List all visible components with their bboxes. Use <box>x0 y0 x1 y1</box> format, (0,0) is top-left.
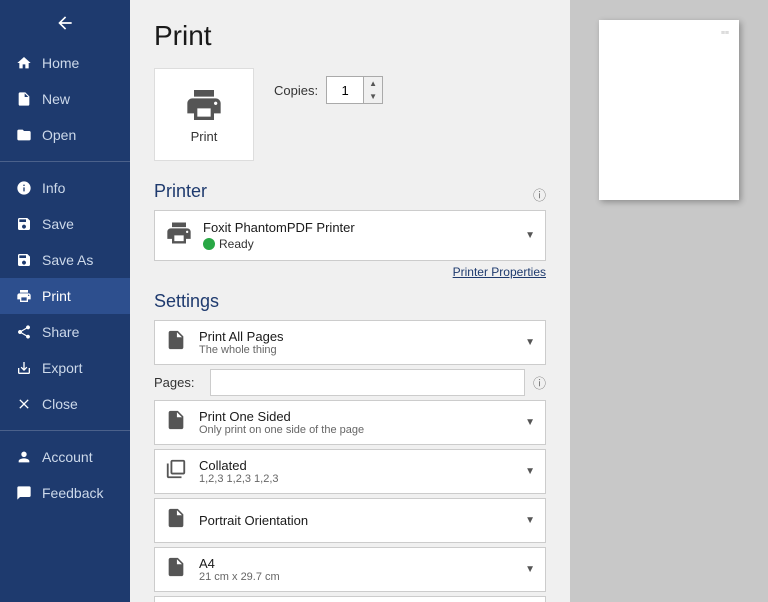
sidebar-item-info[interactable]: Info <box>0 170 130 206</box>
sidebar-item-label: Feedback <box>42 485 103 501</box>
orientation-icon <box>165 507 189 534</box>
sided-icon <box>165 409 189 436</box>
pages-icon <box>165 329 189 356</box>
settings-collate-text: Collated 1,2,3 1,2,3 1,2,3 <box>199 458 515 485</box>
settings-print-sided[interactable]: Print One Sided Only print on one side o… <box>154 400 546 445</box>
copies-spinners: ▲ ▼ <box>363 77 382 103</box>
paper-dropdown-arrow: ▼ <box>525 564 535 575</box>
pages-row: Pages: ⓘ <box>154 369 546 396</box>
printer-info: Foxit PhantomPDF Printer Ready <box>203 220 525 251</box>
paper-size-icon <box>165 556 189 583</box>
pages-label: Pages: <box>154 375 202 390</box>
pages-dropdown-arrow: ▼ <box>525 337 535 348</box>
settings-collate[interactable]: Collated 1,2,3 1,2,3 1,2,3 ▼ <box>154 449 546 494</box>
printer-info-icon: ⓘ <box>533 185 546 204</box>
sidebar-item-save-as[interactable]: Save As <box>0 242 130 278</box>
preview-area: ≡≡ <box>570 0 768 602</box>
sidebar-item-close[interactable]: Close <box>0 386 130 422</box>
sidebar-item-print[interactable]: Print <box>0 278 130 314</box>
printer-status-text: Ready <box>219 237 254 251</box>
settings-sided-main: Print One Sided <box>199 409 515 424</box>
copies-row: Copies: ▲ ▼ <box>274 76 383 104</box>
preview-page-content: ≡≡ <box>721 30 729 37</box>
sidebar-item-open[interactable]: Open <box>0 117 130 153</box>
main-content: Print Print Copies: ▲ ▼ <box>130 0 768 602</box>
copies-decrement[interactable]: ▼ <box>364 90 382 103</box>
top-row: Print Copies: ▲ ▼ <box>154 68 546 177</box>
status-dot <box>203 238 215 250</box>
settings-sided-sub: Only print on one side of the page <box>199 424 515 436</box>
collate-dropdown-arrow: ▼ <box>525 466 535 477</box>
content-area: Print Print Copies: ▲ ▼ <box>130 0 768 602</box>
sidebar-item-save[interactable]: Save <box>0 206 130 242</box>
copies-section: Copies: ▲ ▼ <box>270 68 383 116</box>
settings-pages-text: Print All Pages The whole thing <box>199 329 515 356</box>
sidebar-item-share[interactable]: Share <box>0 314 130 350</box>
settings-margins[interactable]: Normal Margins Left: 2.54 cm Right: 2.54… <box>154 596 546 602</box>
settings-pages-sub: The whole thing <box>199 344 515 356</box>
settings-paper-main: A4 <box>199 556 515 571</box>
printer-dropdown-arrow: ▼ <box>525 230 535 241</box>
printer-section-title: Printer <box>154 181 546 202</box>
pages-input[interactable] <box>210 369 525 396</box>
settings-orientation[interactable]: Portrait Orientation ▼ <box>154 498 546 543</box>
settings-paper-sub: 21 cm x 29.7 cm <box>199 571 515 583</box>
collate-icon <box>165 458 189 485</box>
sidebar-item-label: Account <box>42 449 93 465</box>
settings-paper-text: A4 21 cm x 29.7 cm <box>199 556 515 583</box>
copies-increment[interactable]: ▲ <box>364 77 382 90</box>
sidebar-item-new[interactable]: New <box>0 81 130 117</box>
printer-section: Printer ⓘ <box>154 181 546 202</box>
settings-print-all-pages[interactable]: Print All Pages The whole thing ▼ <box>154 320 546 365</box>
settings-paper-size[interactable]: A4 21 cm x 29.7 cm ▼ <box>154 547 546 592</box>
printer-name: Foxit PhantomPDF Printer <box>203 220 525 235</box>
printer-icon <box>165 219 193 252</box>
sidebar-item-feedback[interactable]: Feedback <box>0 475 130 511</box>
sidebar-item-label: Print <box>42 288 71 304</box>
sidebar: Home New Open Info Save Save As Print Sh… <box>0 0 130 602</box>
preview-page: ≡≡ <box>599 20 739 200</box>
settings-collate-main: Collated <box>199 458 515 473</box>
sidebar-item-label: Close <box>42 396 78 412</box>
copies-label: Copies: <box>274 83 318 98</box>
sidebar-item-label: Save As <box>42 252 93 268</box>
sidebar-item-label: New <box>42 91 70 107</box>
settings-sided-text: Print One Sided Only print on one side o… <box>199 409 515 436</box>
settings-section-title: Settings <box>154 291 546 312</box>
printer-dropdown[interactable]: Foxit PhantomPDF Printer Ready ▼ <box>154 210 546 261</box>
print-button[interactable]: Print <box>154 68 254 161</box>
pages-info-icon: ⓘ <box>533 373 546 392</box>
settings-pages-main: Print All Pages <box>199 329 515 344</box>
sidebar-item-label: Share <box>42 324 79 340</box>
settings-orientation-main: Portrait Orientation <box>199 513 515 528</box>
sidebar-item-label: Info <box>42 180 65 196</box>
sidebar-divider-1 <box>0 161 130 162</box>
sidebar-item-label: Home <box>42 55 79 71</box>
sidebar-item-label: Open <box>42 127 76 143</box>
sidebar-item-label: Export <box>42 360 82 376</box>
printer-properties-link[interactable]: Printer Properties <box>154 265 546 279</box>
back-button[interactable] <box>0 0 130 45</box>
settings-collate-sub: 1,2,3 1,2,3 1,2,3 <box>199 473 515 485</box>
sidebar-item-home[interactable]: Home <box>0 45 130 81</box>
print-panel: Print Print Copies: ▲ ▼ <box>130 0 570 602</box>
copies-input-wrap: ▲ ▼ <box>326 76 383 104</box>
sidebar-item-account[interactable]: Account <box>0 439 130 475</box>
settings-orientation-text: Portrait Orientation <box>199 513 515 528</box>
printer-status: Ready <box>203 237 525 251</box>
orientation-dropdown-arrow: ▼ <box>525 515 535 526</box>
print-button-label: Print <box>191 129 218 144</box>
page-title: Print <box>154 20 546 52</box>
copies-input[interactable] <box>327 81 363 100</box>
sidebar-item-label: Save <box>42 216 74 232</box>
sidebar-divider-2 <box>0 430 130 431</box>
sided-dropdown-arrow: ▼ <box>525 417 535 428</box>
sidebar-item-export[interactable]: Export <box>0 350 130 386</box>
